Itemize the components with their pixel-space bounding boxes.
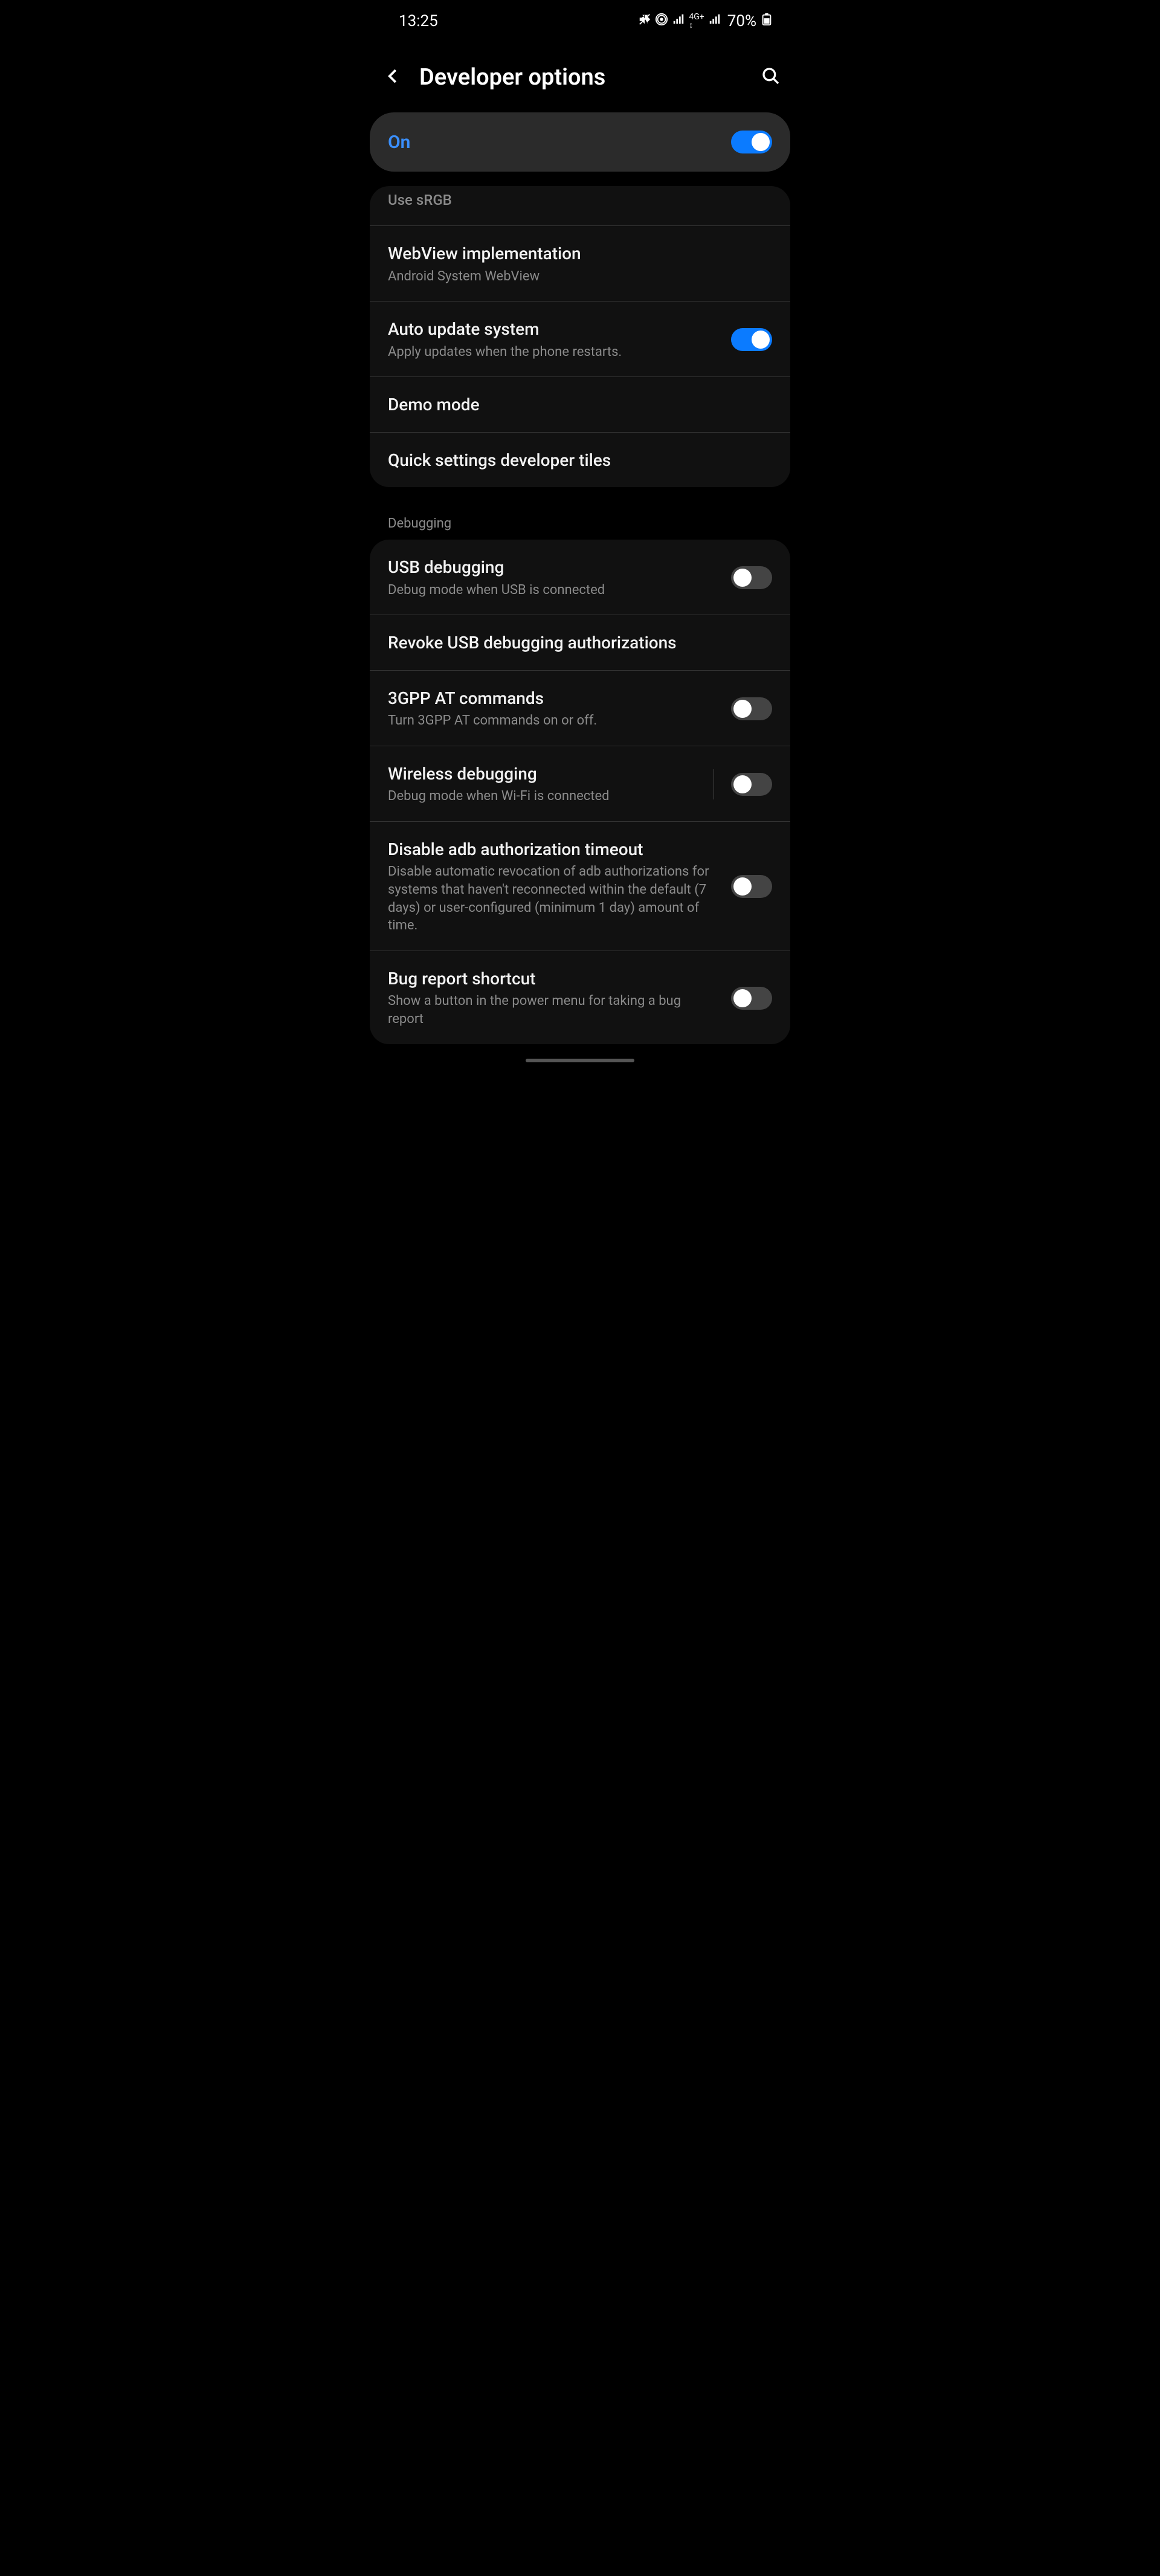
master-toggle[interactable] — [731, 131, 772, 153]
setting-text: Quick settings developer tiles — [388, 450, 772, 471]
setting-text: 3GPP AT commands Turn 3GPP AT commands on… — [388, 688, 719, 730]
network-type-icon: 4G+↕ — [689, 13, 704, 30]
setting-row[interactable]: Auto update system Apply updates when the… — [370, 301, 790, 376]
status-time: 13:25 — [399, 12, 438, 30]
setting-subtitle: Turn 3GPP AT commands on or off. — [388, 712, 719, 730]
setting-title: Demo mode — [388, 394, 772, 416]
battery-icon — [760, 13, 773, 30]
setting-text: USB debugging Debug mode when USB is conn… — [388, 557, 719, 599]
setting-text: Revoke USB debugging authorizations — [388, 632, 772, 654]
section-header-debugging: Debugging — [370, 502, 790, 540]
setting-subtitle: Show a button in the power menu for taki… — [388, 992, 719, 1028]
setting-title: Use sRGB — [388, 191, 772, 210]
setting-row[interactable]: Revoke USB debugging authorizations — [370, 615, 790, 670]
setting-row[interactable]: Quick settings developer tiles — [370, 432, 790, 487]
setting-title: Disable adb authorization timeout — [388, 839, 719, 860]
setting-subtitle: Android System WebView — [388, 268, 772, 286]
settings-group-debugging: USB debugging Debug mode when USB is conn… — [370, 540, 790, 1044]
home-indicator[interactable] — [526, 1059, 634, 1062]
hotspot-icon — [655, 13, 668, 30]
setting-subtitle: Disable automatic revocation of adb auth… — [388, 863, 719, 935]
app-header: Developer options — [362, 37, 798, 108]
setting-row[interactable]: Wireless debugging Debug mode when Wi-Fi … — [370, 746, 790, 821]
phone-frame: 13:25 4G+↕ 70% Developer options — [362, 0, 798, 2576]
page-title: Developer options — [419, 64, 744, 91]
setting-title: USB debugging — [388, 557, 719, 578]
status-icons: 4G+↕ 70% — [638, 12, 773, 30]
toggle-switch[interactable] — [731, 566, 772, 589]
setting-subtitle: Apply updates when the phone restarts. — [388, 343, 719, 361]
battery-percent: 70% — [727, 12, 756, 30]
setting-row[interactable]: Use sRGB — [370, 186, 790, 225]
setting-subtitle: Debug mode when USB is connected — [388, 581, 719, 599]
toggle-switch[interactable] — [731, 697, 772, 720]
setting-text: Disable adb authorization timeout Disable… — [388, 839, 719, 935]
setting-row[interactable]: 3GPP AT commands Turn 3GPP AT commands on… — [370, 670, 790, 746]
setting-text: Use sRGB — [388, 191, 772, 210]
signal-icon-1 — [672, 13, 685, 30]
settings-group-general: Use sRGB WebView implementation Android Sy… — [370, 186, 790, 487]
setting-title: WebView implementation — [388, 243, 772, 265]
setting-title: Quick settings developer tiles — [388, 450, 772, 471]
setting-title: Revoke USB debugging authorizations — [388, 632, 772, 654]
setting-row[interactable]: Bug report shortcutShow a button in the … — [370, 951, 790, 1044]
setting-text: Wireless debugging Debug mode when Wi-Fi … — [388, 763, 701, 805]
setting-title: Wireless debugging — [388, 763, 701, 785]
back-icon[interactable] — [384, 67, 402, 88]
setting-subtitle: Debug mode when Wi-Fi is connected — [388, 787, 701, 805]
setting-row[interactable]: Demo mode — [370, 376, 790, 431]
master-toggle-card[interactable]: On — [370, 112, 790, 172]
toggle-switch[interactable] — [731, 773, 772, 796]
toggle-switch[interactable] — [731, 987, 772, 1010]
setting-row[interactable]: USB debugging Debug mode when USB is conn… — [370, 540, 790, 615]
master-toggle-label: On — [388, 132, 410, 153]
setting-title: Bug report shortcut — [388, 968, 719, 990]
vibrate-icon — [638, 13, 651, 30]
setting-text: Auto update system Apply updates when the… — [388, 318, 719, 361]
setting-text: WebView implementation Android System Web… — [388, 243, 772, 285]
setting-title: Auto update system — [388, 318, 719, 340]
setting-title: 3GPP AT commands — [388, 688, 719, 709]
status-bar: 13:25 4G+↕ 70% — [362, 0, 798, 37]
signal-icon-2 — [708, 13, 721, 30]
setting-row[interactable]: WebView implementation Android System Web… — [370, 225, 790, 301]
setting-text: Bug report shortcutShow a button in the … — [388, 968, 719, 1028]
search-icon[interactable] — [761, 66, 781, 88]
setting-row[interactable]: Disable adb authorization timeout Disable… — [370, 821, 790, 951]
settings-scroll[interactable]: Use sRGB WebView implementation Android Sy… — [362, 186, 798, 1044]
toggle-switch[interactable] — [731, 328, 772, 351]
toggle-switch[interactable] — [731, 875, 772, 898]
setting-text: Demo mode — [388, 394, 772, 416]
